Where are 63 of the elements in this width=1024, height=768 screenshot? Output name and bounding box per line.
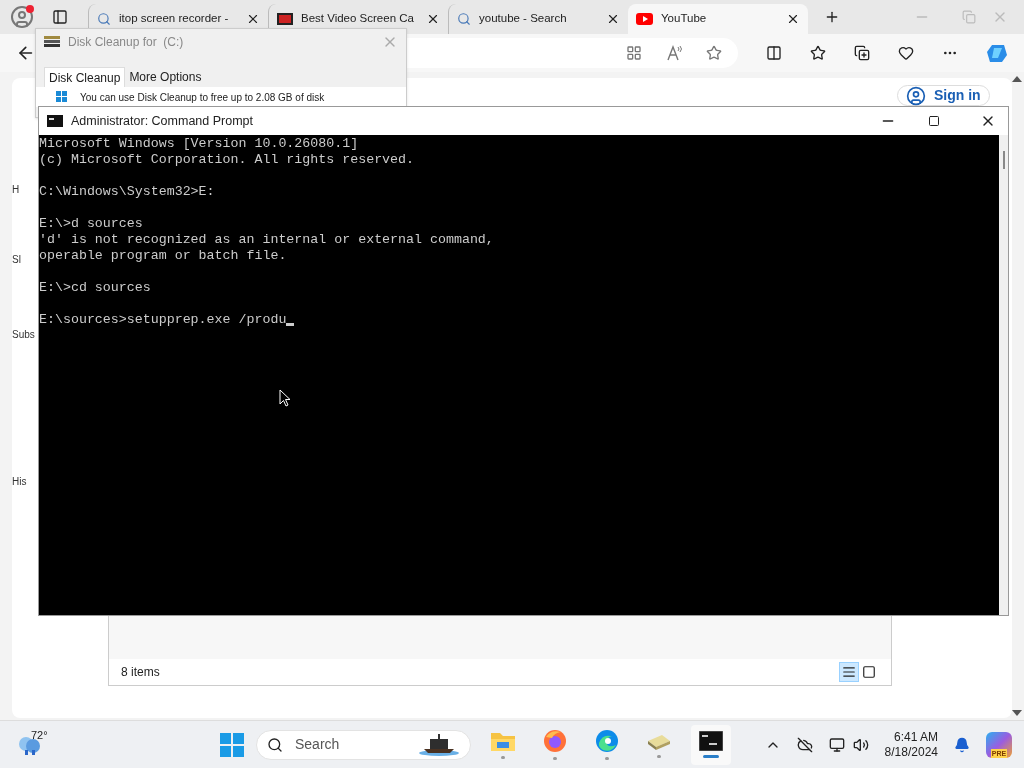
window-title: Disk Cleanup for (C:): [68, 34, 185, 51]
dialog-message: You can use Disk Cleanup to free up to 2.08 GB of disk: [80, 90, 325, 105]
console-line: C:\Windows\System32>E:: [39, 184, 215, 200]
copilot-icon[interactable]: [986, 42, 1008, 64]
fox-icon: [543, 729, 567, 753]
scroll-up-icon[interactable]: [1012, 76, 1022, 82]
list-icon: [842, 665, 856, 679]
windows-icon: [56, 91, 68, 103]
profile-icon[interactable]: [10, 5, 34, 29]
console-line: Microsoft Windows [Version 10.0.26080.1]: [39, 136, 359, 152]
volume-icon[interactable]: [852, 736, 869, 753]
sidebar-label[interactable]: Subs: [12, 327, 42, 342]
sign-in-button[interactable]: Sign in: [897, 85, 990, 106]
wave-icon: [595, 729, 619, 753]
console-line: E:\sources>setupprep.exe /produ: [39, 312, 287, 328]
dialog-tab[interactable]: More Options: [125, 67, 206, 87]
window-title: Administrator: Command Prompt: [71, 112, 254, 130]
browser-tab[interactable]: YouTube: [628, 4, 808, 34]
favorites-icon[interactable]: [810, 45, 826, 61]
bell-icon[interactable]: [954, 736, 970, 753]
split-icon[interactable]: [766, 45, 782, 61]
status-text: 8 items: [121, 664, 161, 681]
console-line: 'd' is not recognized as an internal or external command,: [39, 232, 494, 248]
pointer-icon: [279, 389, 291, 407]
terminal-icon: [699, 731, 723, 751]
close-icon[interactable]: [426, 12, 440, 26]
user-icon: [906, 85, 926, 106]
console-line: E:\>cd sources: [39, 280, 151, 296]
close-icon[interactable]: [786, 12, 800, 26]
folder-icon: [490, 730, 516, 752]
search-icon: [457, 12, 471, 26]
read-aloud-icon[interactable]: [666, 45, 682, 61]
tab-actions-icon[interactable]: [52, 9, 68, 25]
console-line: (c) Microsoft Corporation. All rights reserved.: [39, 152, 415, 168]
dialog-tab[interactable]: Disk Cleanup: [44, 67, 126, 87]
view-button[interactable]: [839, 662, 859, 682]
console-icon: [47, 115, 63, 127]
logo-icon: [277, 13, 293, 25]
heart-icon[interactable]: [898, 45, 914, 61]
cursor-icon: [286, 323, 295, 326]
new-tab-icon[interactable]: [824, 9, 840, 25]
network-icon[interactable]: [828, 736, 845, 753]
close-icon[interactable]: [606, 12, 620, 26]
maximize-icon[interactable]: [928, 115, 940, 127]
search-field[interactable]: Search: [256, 729, 471, 760]
collections-icon[interactable]: [854, 45, 870, 61]
console-line: E:\>d sources: [39, 216, 143, 232]
sidebar-label[interactable]: His: [12, 474, 42, 489]
console-line: operable program or batch file.: [39, 248, 287, 264]
star-icon[interactable]: [706, 45, 722, 61]
ship-icon: [418, 732, 460, 757]
play-icon: [636, 13, 653, 25]
apps-icon[interactable]: [626, 45, 642, 61]
cloud-icon[interactable]: [796, 736, 813, 753]
search-icon: [97, 12, 111, 26]
taskbar-app[interactable]: [691, 724, 731, 765]
search-icon: [267, 736, 283, 753]
clock[interactable]: 6:41 AM 8/18/2024: [884, 729, 938, 760]
close-icon[interactable]: [246, 12, 260, 26]
square-icon: [862, 665, 876, 679]
temperature: 72°: [31, 728, 48, 743]
start-icon[interactable]: [220, 732, 244, 757]
scrollbar-thumb[interactable]: [1002, 151, 1005, 169]
